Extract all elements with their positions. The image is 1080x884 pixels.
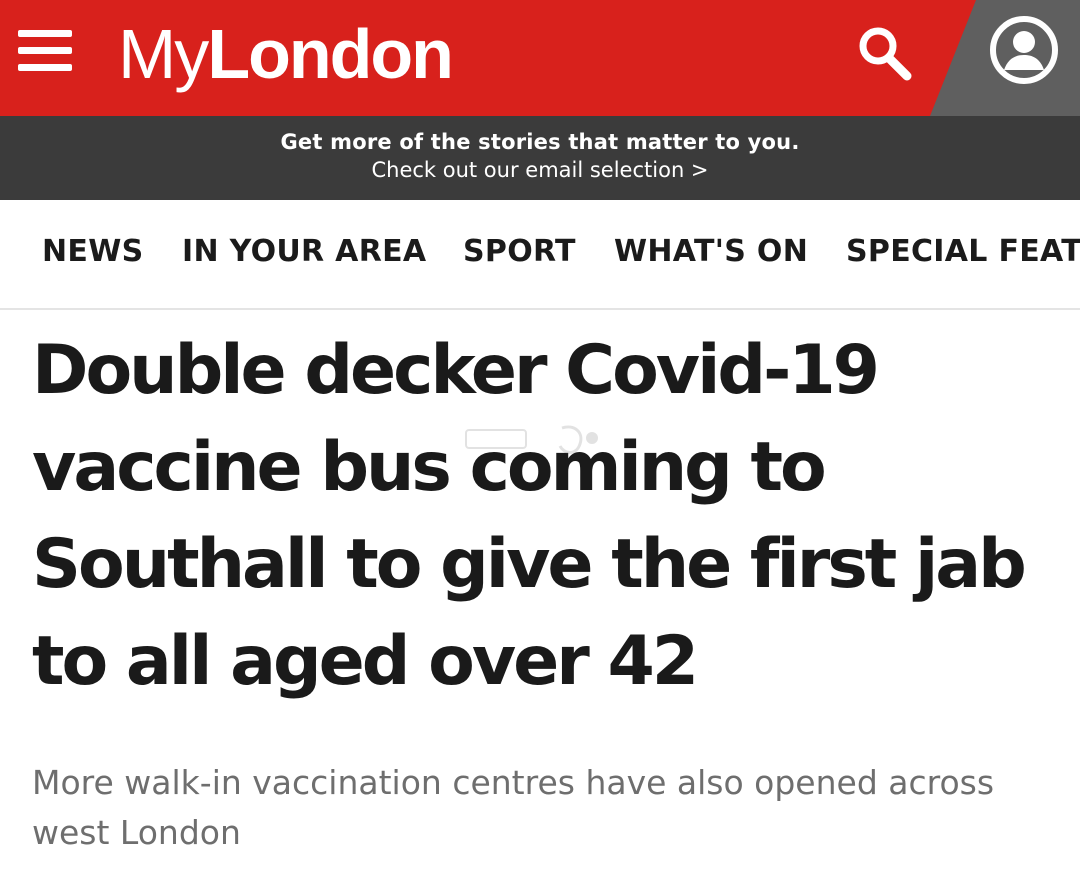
search-icon-graphic xyxy=(859,27,912,81)
promo-headline: Get more of the stories that matter to y… xyxy=(280,130,800,154)
nav-item-special-features[interactable]: SPECIAL FEATU xyxy=(846,234,1080,269)
nav-item-sport[interactable]: SPORT xyxy=(463,234,576,269)
mylondon-logo[interactable]: MyLondon xyxy=(118,14,454,94)
standfirst-line: west London xyxy=(32,813,241,852)
standfirst-line: More walk-in vaccination centres have al… xyxy=(32,763,995,802)
mylondon-article-page: MyLondon Get more of the stories that ma… xyxy=(0,0,1080,884)
menu-bar-bottom xyxy=(18,64,72,71)
nav-item-whats-on[interactable]: WHAT'S ON xyxy=(614,234,808,269)
email-selection-link[interactable]: Check out our email selection > xyxy=(0,158,1080,182)
search-icon[interactable] xyxy=(852,22,916,86)
section-nav: NEWS IN YOUR AREA SPORT WHAT'S ON SPECIA… xyxy=(0,200,1080,310)
nav-item-in-your-area[interactable]: IN YOUR AREA xyxy=(182,234,426,269)
menu-bar-middle xyxy=(18,47,72,54)
user-account-icon[interactable] xyxy=(988,14,1060,86)
nav-item-news[interactable]: NEWS xyxy=(42,234,144,269)
site-header: MyLondon xyxy=(0,0,1080,116)
logo-london-text: London xyxy=(207,15,454,93)
headline-line: Double decker Covid-19 xyxy=(32,331,880,410)
article-standfirst: More walk-in vaccination centres have al… xyxy=(32,758,1042,858)
article-headline: Double decker Covid-19 vaccine bus comin… xyxy=(32,322,1062,710)
logo-my-text: My xyxy=(118,15,209,93)
menu-bar-top xyxy=(18,30,72,37)
hamburger-menu-icon[interactable] xyxy=(18,28,72,74)
headline-line: to all aged over 42 xyxy=(32,622,699,701)
user-account-icon-graphic xyxy=(990,16,1058,84)
email-promo-bar[interactable]: Get more of the stories that matter to y… xyxy=(0,116,1080,200)
headline-line: Southall to give the first jab xyxy=(32,525,1027,604)
watermark-logo xyxy=(465,425,598,454)
